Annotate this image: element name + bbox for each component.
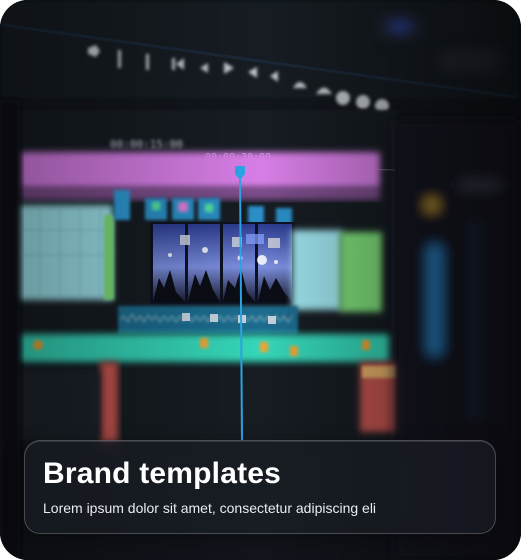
brand-templates-card[interactable]: 00:00:15:00 00:00:30:00 (0, 0, 521, 560)
card-description: Lorem ipsum dolor sit amet, consectetur … (43, 500, 377, 516)
card-title: Brand templates (43, 457, 282, 490)
caption-panel: Brand templates Lorem ipsum dolor sit am… (24, 440, 496, 534)
